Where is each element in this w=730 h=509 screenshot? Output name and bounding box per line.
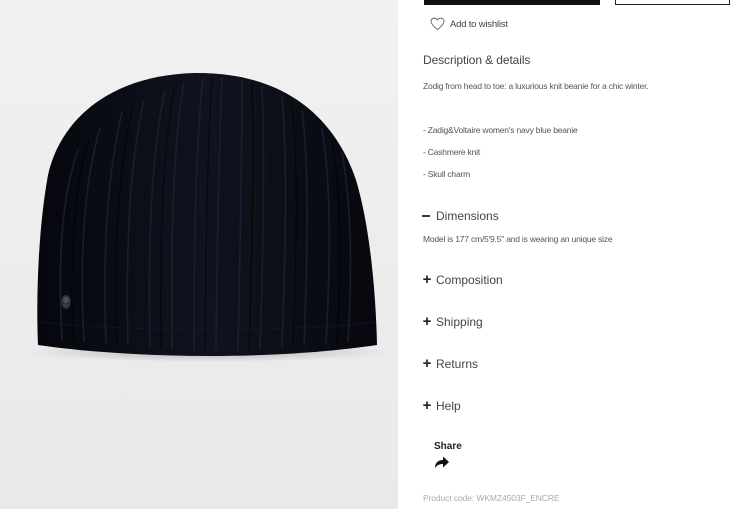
minus-icon <box>422 215 430 217</box>
description-intro: Zodig from head to toe: a luxurious knit… <box>423 81 649 91</box>
heart-icon <box>430 17 445 31</box>
product-image-panel <box>0 0 398 509</box>
plus-icon: + <box>422 271 432 288</box>
accordion-label: Shipping <box>436 315 483 329</box>
add-to-bag-button[interactable] <box>424 0 600 5</box>
skull-charm-icon <box>61 295 71 309</box>
share-label: Share <box>434 441 462 452</box>
description-title: Description & details <box>423 53 531 67</box>
plus-icon: + <box>422 355 432 372</box>
plus-icon: + <box>422 397 432 414</box>
accordion-shipping[interactable]: + Shipping <box>422 313 483 330</box>
wishlist-label: Add to wishlist <box>450 18 508 30</box>
description-bullet: - Cashmere knit <box>423 147 480 157</box>
accordion-help[interactable]: + Help <box>422 397 461 414</box>
accordion-composition[interactable]: + Composition <box>422 271 503 288</box>
accordion-label: Composition <box>436 273 503 287</box>
beanie-image <box>23 72 393 362</box>
product-page: Add to wishlist Description & details Zo… <box>0 0 730 509</box>
share-button[interactable]: Share <box>434 441 462 469</box>
description-bullet: - Zadig&Voltaire women's navy blue beani… <box>423 125 578 135</box>
product-code: Product code: WKMZ4503F_ENCRE <box>423 493 560 503</box>
secondary-action-button[interactable] <box>615 0 730 5</box>
description-bullet: - Skull charm <box>423 169 470 179</box>
dimensions-text: Model is 177 cm/5'9.5" and is wearing an… <box>423 234 613 244</box>
add-to-wishlist-button[interactable]: Add to wishlist <box>430 17 508 31</box>
accordion-label: Help <box>436 399 461 413</box>
plus-icon: + <box>422 313 432 330</box>
accordion-returns[interactable]: + Returns <box>422 355 479 372</box>
accordion-label: Returns <box>436 357 479 371</box>
share-arrow-icon <box>435 456 449 468</box>
accordion-label: Dimensions <box>436 209 499 223</box>
accordion-dimensions[interactable]: Dimensions <box>422 209 499 223</box>
product-details-panel: Add to wishlist Description & details Zo… <box>398 0 730 509</box>
